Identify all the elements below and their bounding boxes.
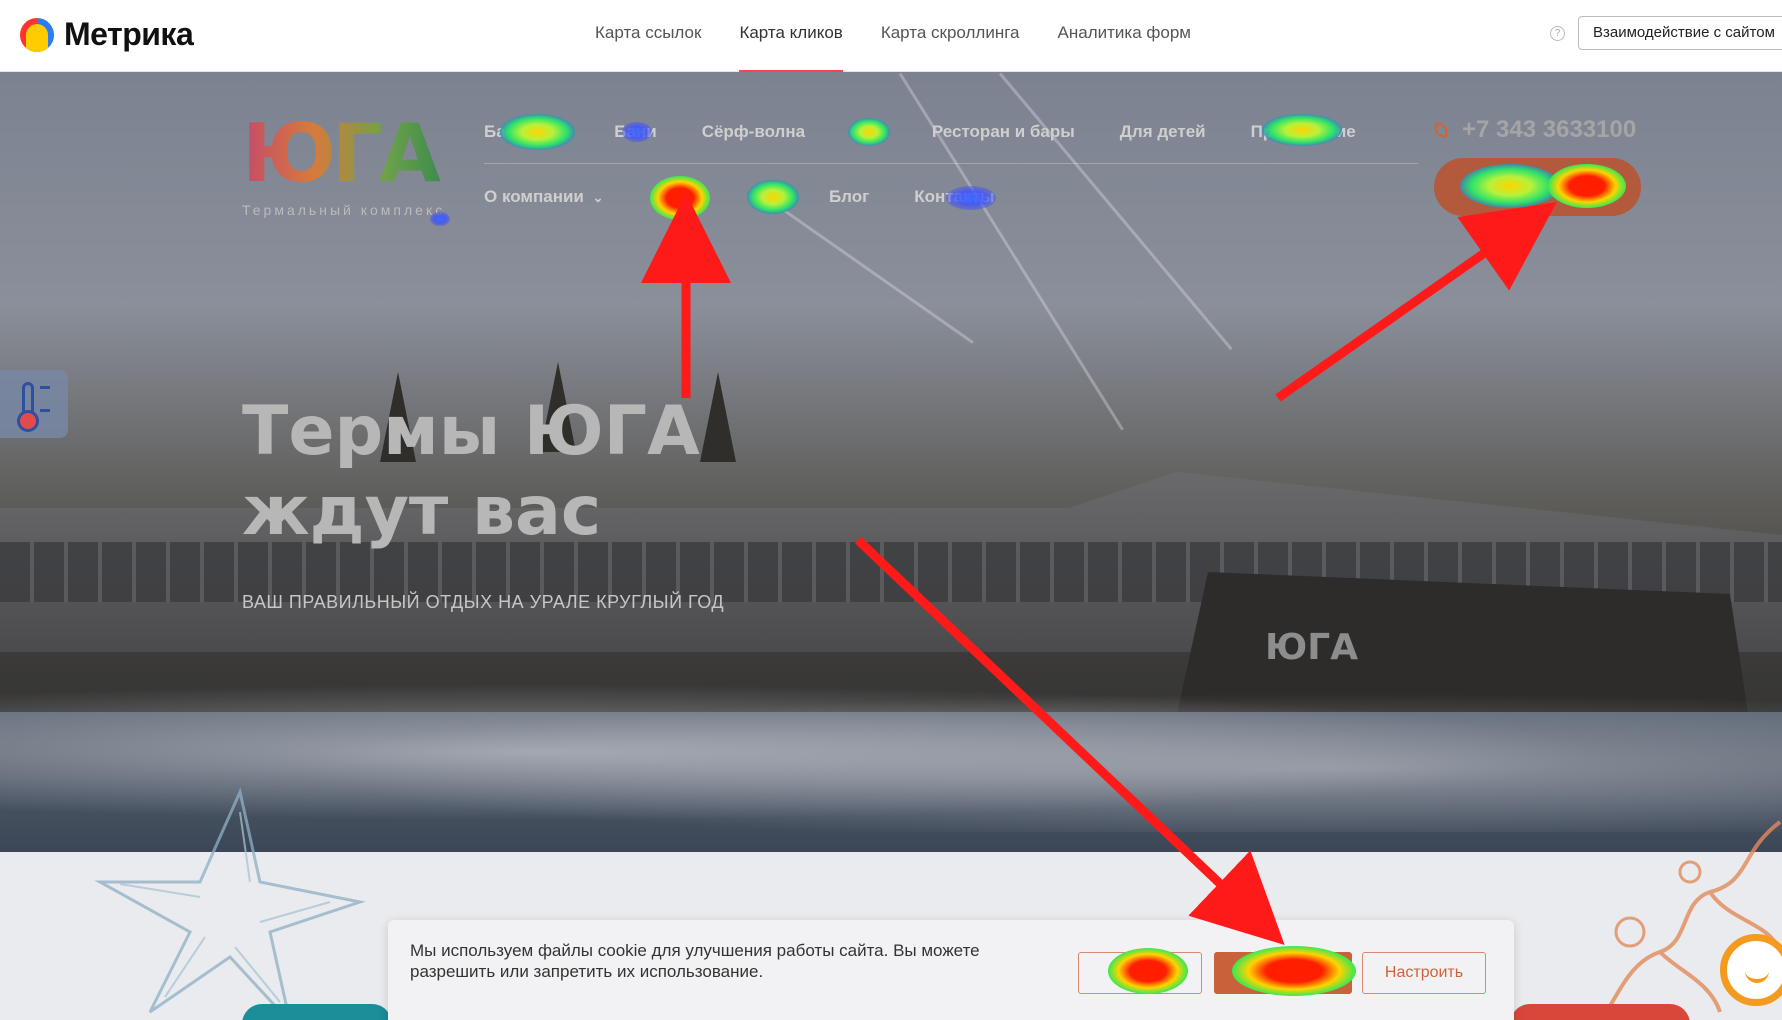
nav-accommodation[interactable]: Проживание — [1251, 122, 1356, 142]
cookie-accept-button[interactable] — [1214, 952, 1352, 994]
nav-item-hotspot[interactable] — [649, 187, 699, 207]
nav-about[interactable]: О компании ⌄ — [484, 187, 604, 207]
tab-scroll-map[interactable]: Карта скроллинга — [881, 0, 1020, 72]
smile-icon — [1745, 971, 1769, 983]
starfish-decoration — [94, 787, 366, 1020]
tab-click-map[interactable]: Карта кликов — [739, 0, 844, 72]
nav-spa[interactable]: СПА — [850, 122, 887, 142]
chevron-down-icon: ⌄ — [592, 190, 604, 205]
yuga-logo[interactable]: ЮГА Термальный комплекс — [242, 114, 446, 219]
hero-title-line2: ждут вас — [242, 472, 602, 551]
cookie-banner: Мы используем файлы cookie для улучшения… — [388, 920, 1514, 1020]
help-icon[interactable]: ? — [1550, 26, 1565, 41]
metrika-header: Метрика Карта ссылок Карта кликов Карта … — [0, 0, 1782, 72]
phone-icon — [1432, 121, 1450, 139]
chat-widget-button[interactable] — [1720, 934, 1782, 1006]
building-sign: ЮГА — [1265, 627, 1359, 668]
phone-number: +7 343 3633100 — [1462, 116, 1637, 143]
nav-pools[interactable]: Бассейны — [484, 122, 569, 142]
cookie-settings-button[interactable]: Настроить — [1362, 952, 1486, 994]
buy-button-label: Купить — [1480, 176, 1540, 195]
metrika-logo-text: Метрика — [64, 16, 194, 52]
red-card-edge — [1510, 1004, 1690, 1020]
nav-baths[interactable]: Бани — [614, 122, 656, 142]
yuga-logo-subtitle: Термальный комплекс — [242, 202, 446, 218]
site-nav-secondary: О компании ⌄ и Блог Контакты — [484, 187, 994, 207]
metrika-logo-icon — [20, 17, 54, 52]
heatmap-tabs: Карта ссылок Карта кликов Карта скроллин… — [595, 0, 1191, 72]
cookie-text: Мы используем файлы cookie для улучшения… — [410, 941, 980, 981]
cookie-reject-button[interactable]: О — [1078, 952, 1202, 994]
hero-title: Термы ЮГА ждут вас — [242, 392, 700, 552]
thermometer-scale — [40, 386, 50, 412]
temperature-widget[interactable] — [0, 370, 68, 438]
site-phone[interactable]: +7 343 3633100 — [1432, 116, 1637, 144]
nav-divider — [484, 163, 1418, 164]
nav-about-label: О компании — [484, 187, 584, 206]
yuga-logo-word: ЮГА — [242, 114, 445, 194]
site-nav-primary: Бассейны Бани Сёрф-волна СПА Ресторан и … — [484, 122, 1356, 142]
nav-blog[interactable]: Блог — [829, 187, 869, 207]
nav-surf[interactable]: Сёрф-волна — [702, 122, 805, 142]
hero-title-line1: Термы ЮГА — [242, 392, 700, 471]
tab-link-map[interactable]: Карта ссылок — [595, 0, 701, 72]
metrika-logo[interactable]: Метрика — [20, 16, 194, 53]
teal-card-edge — [242, 1004, 392, 1020]
tab-form-analytics[interactable]: Аналитика форм — [1058, 0, 1191, 72]
site-preview: ЮГА Термальный комплекс Бассейны Бани Сё… — [0, 72, 1782, 1020]
site-interaction-button[interactable]: Взаимодействие с сайтом — [1578, 16, 1782, 50]
nav-kids[interactable]: Для детей — [1120, 122, 1206, 142]
nav-restaurants[interactable]: Ресторан и бары — [932, 122, 1075, 142]
thermometer-bulb — [17, 410, 39, 432]
hero-subtitle: ВАШ ПРАВИЛЬНЫЙ ОТДЫХ НА УРАЛЕ КРУГЛЫЙ ГО… — [242, 592, 725, 612]
nav-contacts[interactable]: Контакты — [914, 187, 994, 207]
nav-item-partial[interactable]: и — [744, 187, 784, 207]
